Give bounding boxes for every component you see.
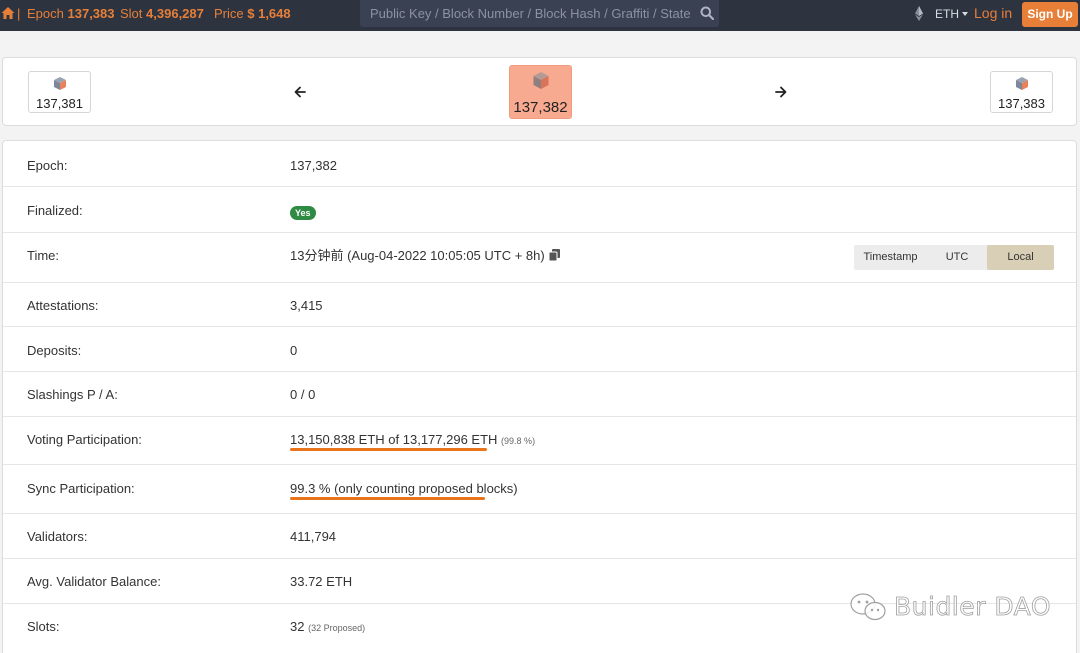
- voting-value: 13,150,838 ETH of 13,177,296 ETH: [290, 432, 498, 447]
- row-voting-participation: Voting Participation: 13,150,838 ETH of …: [3, 417, 1076, 465]
- separator: |: [17, 6, 21, 21]
- timestamp-option[interactable]: Timestamp: [854, 245, 927, 270]
- price-value: $ 1,648: [247, 6, 291, 21]
- row-deposits: Deposits: 0: [3, 327, 1076, 372]
- time-label: Time:: [27, 248, 60, 263]
- slot-label: Slot: [120, 6, 143, 21]
- epoch-details-card: Epoch: 137,382 Finalized: Yes Time: 13分钟…: [2, 140, 1077, 653]
- next-epoch-button[interactable]: 137,383: [990, 71, 1053, 113]
- voting-percent: (99.8 %): [501, 436, 536, 446]
- row-validators: Validators: 411,794: [3, 514, 1076, 559]
- login-link[interactable]: Log in: [974, 5, 1012, 22]
- slot-value: 4,396,287: [146, 6, 204, 21]
- signup-button[interactable]: Sign Up: [1022, 2, 1078, 27]
- currency-label: ETH: [935, 7, 959, 21]
- row-finalized: Finalized: Yes: [3, 187, 1076, 233]
- header-slot[interactable]: Slot 4,396,287: [120, 6, 204, 22]
- slashings-label: Slashings P / A:: [27, 387, 118, 402]
- epoch-row-label: Epoch:: [27, 158, 68, 173]
- search-icon[interactable]: [700, 6, 714, 20]
- slots-proposed-note: (32 Proposed): [308, 623, 366, 633]
- arrow-left-icon[interactable]: [293, 85, 307, 99]
- row-attestations: Attestations: 3,415: [3, 283, 1076, 327]
- header-epoch[interactable]: Epoch 137,383: [27, 6, 115, 22]
- currency-dropdown[interactable]: ETH: [935, 7, 968, 21]
- slashings-value: 0 / 0: [290, 387, 316, 402]
- finalized-badge: Yes: [290, 206, 316, 220]
- cube-icon: [53, 77, 66, 90]
- voting-label: Voting Participation:: [27, 432, 142, 447]
- utc-option[interactable]: UTC: [927, 245, 987, 270]
- chevron-down-icon: [962, 12, 968, 16]
- wechat-watermark-icon: [850, 593, 886, 621]
- row-epoch: Epoch: 137,382: [3, 141, 1076, 187]
- sync-label: Sync Participation:: [27, 481, 135, 496]
- current-epoch: 137,382: [509, 65, 572, 119]
- deposits-value: 0: [290, 343, 298, 358]
- epoch-navigator: 137,381 137,382 137,383: [2, 57, 1077, 126]
- search-input[interactable]: Public Key / Block Number / Block Hash /…: [360, 0, 719, 27]
- copy-icon[interactable]: [548, 249, 560, 261]
- cube-icon: [533, 72, 548, 89]
- next-epoch-number: 137,383: [998, 96, 1045, 111]
- attestations-label: Attestations:: [27, 298, 99, 313]
- time-format-toggle: Timestamp UTC Local: [854, 245, 1054, 270]
- price-label: Price: [214, 6, 244, 21]
- watermark-text: Buidler DAO: [894, 592, 1052, 622]
- validators-value: 411,794: [290, 529, 337, 544]
- slots-value: 32: [290, 619, 305, 634]
- voting-highlight-underline: [290, 448, 487, 451]
- epoch-value: 137,383: [67, 6, 115, 21]
- arrow-right-icon[interactable]: [774, 85, 788, 99]
- finalized-label: Finalized:: [27, 203, 83, 218]
- search-placeholder: Public Key / Block Number / Block Hash /…: [370, 6, 691, 21]
- home-icon[interactable]: [1, 6, 15, 20]
- header-price: Price $ 1,648: [214, 6, 291, 22]
- attestations-value: 3,415: [290, 298, 323, 313]
- cube-icon: [1015, 77, 1028, 90]
- slots-label: Slots:: [27, 619, 60, 634]
- validators-label: Validators:: [27, 529, 88, 544]
- ethereum-icon: [915, 6, 923, 21]
- row-slashings: Slashings P / A: 0 / 0: [3, 372, 1076, 417]
- top-navbar: | Epoch 137,383 Slot 4,396,287 Price $ 1…: [0, 0, 1080, 31]
- local-option[interactable]: Local: [987, 245, 1054, 270]
- row-time: Time: 13分钟前 (Aug-04-2022 10:05:05 UTC + …: [3, 233, 1076, 283]
- deposits-label: Deposits:: [27, 343, 82, 358]
- time-value: 13分钟前 (Aug-04-2022 10:05:05 UTC + 8h): [290, 248, 545, 263]
- current-epoch-number: 137,382: [513, 99, 568, 116]
- sync-value: 99.3 % (only counting proposed blocks): [290, 481, 518, 496]
- avg-balance-value: 33.72 ETH: [290, 574, 353, 589]
- avg-balance-label: Avg. Validator Balance:: [27, 574, 161, 589]
- sync-highlight-underline: [290, 497, 485, 500]
- prev-epoch-button[interactable]: 137,381: [28, 71, 91, 113]
- epoch-label: Epoch: [27, 6, 64, 21]
- prev-epoch-number: 137,381: [36, 96, 83, 111]
- epoch-row-value: 137,382: [290, 158, 337, 173]
- row-sync-participation: Sync Participation: 99.3 % (only countin…: [3, 465, 1076, 514]
